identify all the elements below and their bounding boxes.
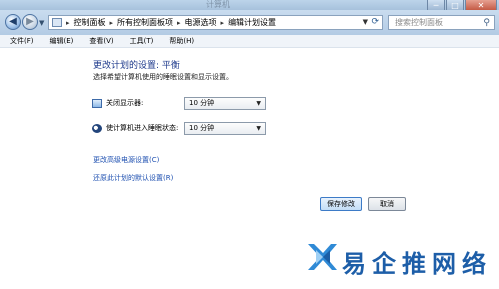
restore-defaults-link[interactable]: 还原此计划的默认设置(R) xyxy=(93,173,173,183)
setting-label: 使计算机进入睡眠状态: xyxy=(106,124,179,132)
breadcrumb-separator-icon[interactable]: ▸ xyxy=(221,19,225,27)
menu-edit[interactable]: 编辑(E) xyxy=(40,35,80,47)
breadcrumb-separator-icon[interactable]: ▸ xyxy=(177,19,181,27)
advanced-power-settings-link[interactable]: 更改高级电源设置(C) xyxy=(93,155,159,165)
chevron-down-icon: ▼ xyxy=(256,124,261,132)
menu-file[interactable]: 文件(F) xyxy=(0,35,40,47)
cancel-button[interactable]: 取消 xyxy=(368,197,406,211)
search-icon[interactable]: ⚲ xyxy=(483,17,490,30)
breadcrumb-separator-icon[interactable]: ▸ xyxy=(110,19,114,27)
refresh-icon[interactable]: ⟳ xyxy=(371,17,379,27)
page-subtitle: 选择希望计算机使用的睡眠设置和显示设置。 xyxy=(93,73,233,81)
address-bar[interactable]: ▸ 控制面板 ▸ 所有控制面板项 ▸ 电源选项 ▸ 编辑计划设置 ▼ ⟳ xyxy=(48,15,383,30)
breadcrumb-power-options[interactable]: 电源选项 xyxy=(185,17,217,28)
address-toolbar: ◀ ▶ ▼ ▸ 控制面板 ▸ 所有控制面板项 ▸ 电源选项 ▸ 编辑计划设置 ▼… xyxy=(0,10,499,35)
menu-bar: 文件(F) 编辑(E) 查看(V) 工具(T) 帮助(H) xyxy=(0,35,499,48)
address-dropdown-icon[interactable]: ▼ xyxy=(363,18,368,26)
search-input[interactable]: 搜索控制面板 ⚲ xyxy=(388,15,495,30)
breadcrumb-control-panel[interactable]: 控制面板 xyxy=(74,17,106,28)
page-title: 更改计划的设置: 平衡 xyxy=(93,61,180,71)
breadcrumb-edit-plan[interactable]: 编辑计划设置 xyxy=(228,17,276,28)
setting-label: 关闭显示器: xyxy=(106,99,144,107)
search-placeholder: 搜索控制面板 xyxy=(395,18,443,27)
breadcrumb-separator-icon[interactable]: ▸ xyxy=(66,19,70,27)
back-button[interactable]: ◀ xyxy=(5,14,21,30)
control-panel-icon xyxy=(52,18,62,27)
select-value: 10 分钟 xyxy=(189,98,215,107)
window-title-bar: 计算机 ─ □ ✕ xyxy=(0,0,499,11)
sleep-select[interactable]: 10 分钟 ▼ xyxy=(184,121,266,135)
sleep-moon-icon xyxy=(92,123,102,133)
monitor-icon xyxy=(92,98,102,108)
display-off-select[interactable]: 10 分钟 ▼ xyxy=(184,96,266,110)
watermark-logo-icon xyxy=(308,244,337,270)
watermark-text: 易企推网络 xyxy=(342,249,492,278)
recent-pages-dropdown[interactable]: ▼ xyxy=(39,19,44,27)
menu-tools[interactable]: 工具(T) xyxy=(120,35,160,47)
setting-row-sleep: 使计算机进入睡眠状态: 10 分钟 ▼ xyxy=(92,121,266,135)
breadcrumb-all-items[interactable]: 所有控制面板项 xyxy=(117,17,173,28)
forward-button[interactable]: ▶ xyxy=(22,14,38,30)
menu-help[interactable]: 帮助(H) xyxy=(159,35,200,47)
select-value: 10 分钟 xyxy=(189,123,215,132)
setting-row-display-off: 关闭显示器: 10 分钟 ▼ xyxy=(92,96,266,110)
window-title: 计算机 xyxy=(206,0,230,9)
menu-view[interactable]: 查看(V) xyxy=(79,35,119,47)
chevron-down-icon: ▼ xyxy=(256,99,261,107)
save-changes-button[interactable]: 保存修改 xyxy=(320,197,362,211)
